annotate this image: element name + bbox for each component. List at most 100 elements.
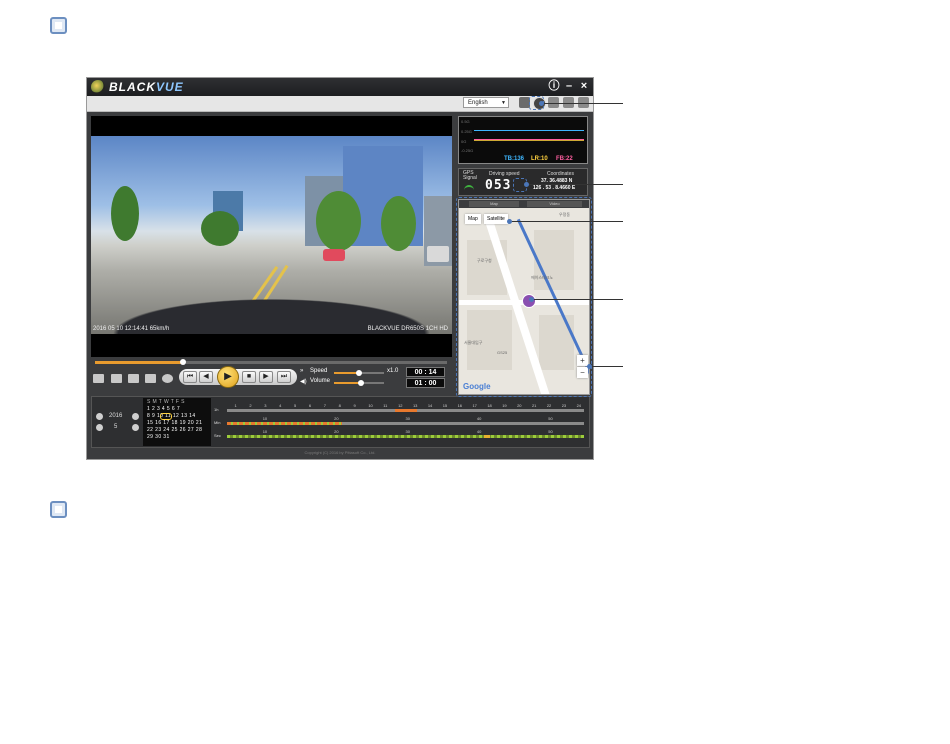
toolbar: English ▼	[87, 96, 593, 112]
hour-tick: 14	[427, 403, 433, 408]
volume-slider[interactable]	[334, 380, 384, 386]
volume-icon: ◀)	[300, 379, 307, 385]
info-icon[interactable]: ⓘ	[548, 80, 560, 93]
calendar-week-row[interactable]: 22 23 24 25 26 27 28	[147, 427, 202, 433]
prev-year-icon[interactable]	[96, 413, 103, 420]
callout-dot	[529, 297, 534, 302]
hour-tick: 23	[561, 403, 567, 408]
minute-timeline[interactable]	[227, 422, 584, 425]
language-select[interactable]: English ▼	[463, 97, 509, 108]
close-icon[interactable]: ×	[578, 80, 590, 93]
callout-line	[589, 366, 623, 367]
video-watermark: BLACKVUE DR650S 1CH HD	[367, 326, 448, 332]
speed-value: x1.0	[387, 368, 399, 374]
minute-tick: 30	[405, 416, 410, 421]
second-tick: 50	[548, 429, 553, 434]
speed-slider[interactable]	[334, 370, 384, 376]
rotate-icon[interactable]	[128, 374, 139, 383]
hour-tick: 15	[442, 403, 448, 408]
second-tick: 20	[334, 429, 339, 434]
timeline-second-label: Sec	[214, 433, 221, 438]
prev-month-icon[interactable]	[96, 424, 103, 431]
frame-forward-button[interactable]: ▶	[259, 371, 273, 383]
repeat-icon[interactable]	[162, 374, 173, 383]
map-highlight	[456, 197, 592, 397]
graph-legend-lr: LR:10	[531, 156, 548, 162]
callout-dot	[507, 219, 512, 224]
progress-fill	[95, 361, 183, 364]
play-button[interactable]: ▶	[217, 366, 239, 388]
g-sensor-graph: 0.5G 0.25G 0G -0.25G TB:136 LR:10 FB:22	[458, 116, 588, 164]
skip-next-button[interactable]: ⏭	[277, 371, 291, 383]
next-month-icon[interactable]	[132, 424, 139, 431]
playback-progress-bar[interactable]	[95, 359, 447, 365]
graph-legend-tb: TB:136	[504, 156, 525, 162]
file-browser-panel: 2016 5 S M T W T F S 1 2 3 4 5 6 7 8 9 1…	[91, 396, 590, 448]
hour-tick: 9	[353, 403, 356, 408]
calendar-week-row[interactable]: 15 16 17 18 19 20 21	[147, 420, 202, 426]
hour-tick: 16	[457, 403, 463, 408]
hour-tick: 3	[264, 403, 267, 408]
skip-previous-button[interactable]: ⏮	[183, 371, 197, 383]
graph-legend-fb: FB:22	[556, 156, 573, 162]
hour-tick: 1	[234, 403, 237, 408]
hour-tick: 11	[383, 403, 388, 408]
callout-dot	[524, 182, 529, 187]
hour-tick: 2	[249, 403, 252, 408]
hour-tick: 19	[502, 403, 507, 408]
second-tick: 40	[476, 429, 482, 434]
video-frame	[91, 136, 452, 334]
hour-tick: 22	[546, 403, 552, 408]
hour-tick: 13	[412, 403, 418, 408]
minute-tick: 50	[548, 416, 553, 421]
calendar-week-row[interactable]: 1 2 3 4 5 6 7	[147, 406, 180, 412]
hour-tick: 24	[576, 403, 582, 408]
callout-line	[526, 184, 623, 185]
hour-tick: 6	[308, 403, 312, 408]
blackvue-viewer-window: BLACKVUE ⓘ – × English ▼ 2016 05 10 12:1…	[86, 77, 594, 460]
callout-line	[531, 299, 623, 300]
bullet-icon	[50, 501, 67, 518]
stop-button[interactable]: ■	[242, 371, 256, 383]
callout-dot	[539, 101, 544, 106]
coordinates-label: Coordinates	[547, 171, 574, 177]
minute-tick: 20	[334, 416, 339, 421]
minute-tick: 10	[262, 416, 268, 421]
minimize-icon[interactable]: –	[563, 80, 575, 93]
volume-label: Volume	[310, 378, 331, 384]
calendar-month: 5	[114, 424, 118, 430]
calendar-week-row[interactable]: 29 30 31	[147, 434, 170, 440]
current-time: 00 : 14	[406, 367, 445, 377]
hour-timeline[interactable]	[227, 409, 584, 412]
total-time: 01 : 00	[406, 378, 445, 388]
timeline-minute-label: Min	[214, 420, 221, 425]
speed-icon: »	[300, 368, 304, 374]
hour-tick: 7	[323, 403, 326, 408]
blackvue-logo-icon	[91, 80, 105, 94]
hour-tick: 4	[279, 403, 282, 408]
frame-back-button[interactable]: ◀	[199, 371, 213, 383]
fullscreen-icon[interactable]	[93, 374, 104, 383]
hour-tick: 8	[338, 403, 341, 408]
callout-dot	[587, 364, 592, 369]
second-tick: 30	[405, 429, 410, 434]
second-tick: 10	[262, 429, 268, 434]
bullet-icon	[50, 17, 67, 34]
calendar[interactable]: S M T W T F S 1 2 3 4 5 6 7 8 9 10 11 12…	[143, 398, 211, 446]
driving-speed-value: 053	[485, 178, 512, 193]
flip-icon[interactable]	[111, 374, 122, 383]
gps-signal-label: GPS Signal	[463, 170, 477, 181]
split-view-icon[interactable]	[145, 374, 156, 383]
minute-tick: 40	[476, 416, 482, 421]
callout-line	[509, 221, 623, 222]
video-view[interactable]: 2016 05 10 12:14:41 65km/h BLACKVUE DR65…	[91, 116, 452, 357]
next-year-icon[interactable]	[132, 413, 139, 420]
hour-tick: 18	[487, 403, 492, 408]
second-timeline[interactable]	[227, 435, 584, 438]
hour-tick: 17	[472, 403, 477, 408]
progress-handle[interactable]	[180, 359, 186, 365]
hour-tick: 12	[398, 403, 403, 408]
calendar-weekday-header: S M T W T F S	[147, 399, 185, 405]
driving-speed-label: Driving speed	[489, 171, 520, 177]
timeline-hour-label: 1h	[214, 407, 219, 412]
